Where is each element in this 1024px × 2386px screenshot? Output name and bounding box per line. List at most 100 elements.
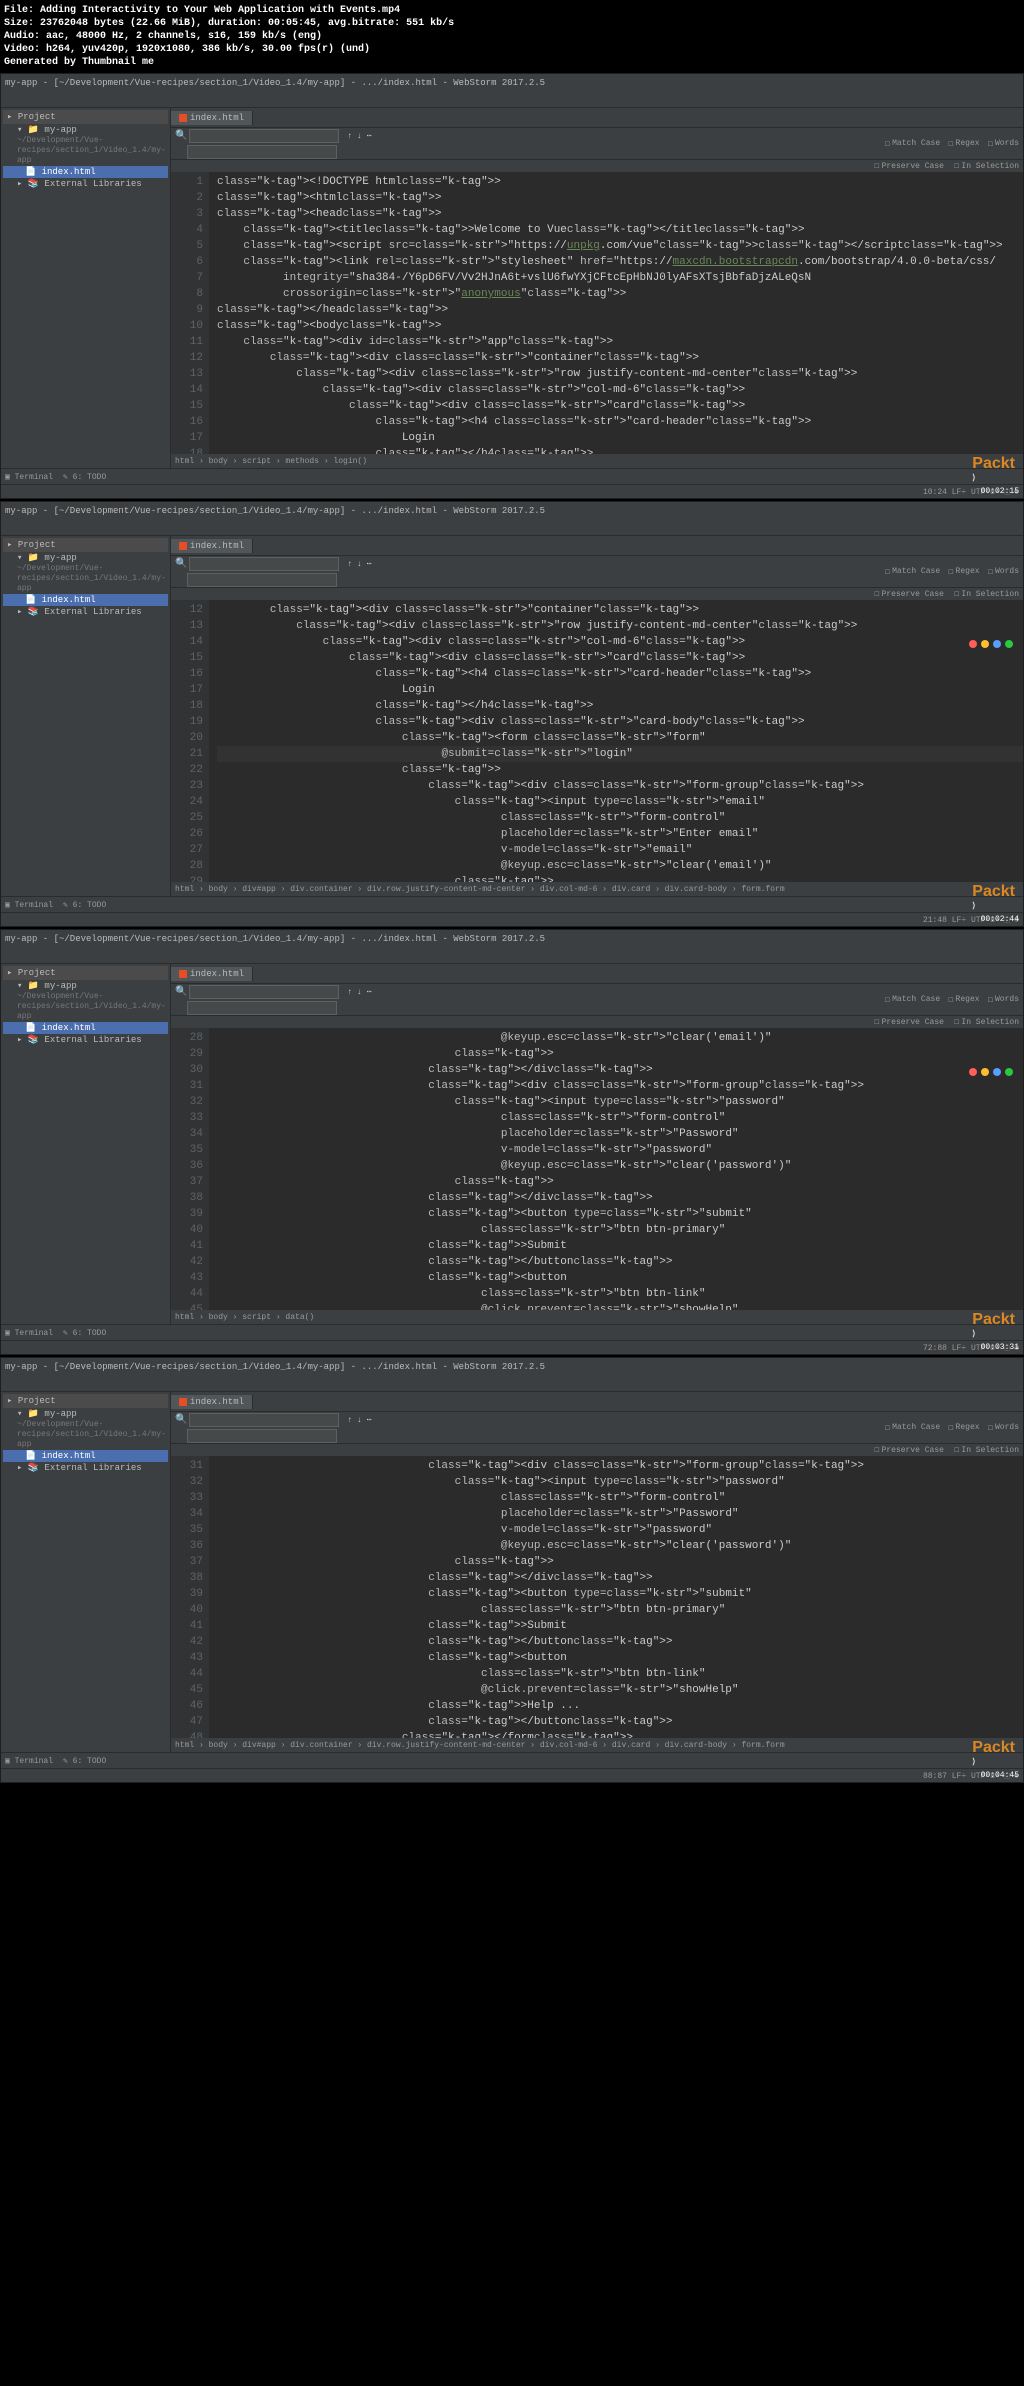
main-menu[interactable] [1, 1376, 1023, 1392]
editor-breadcrumb[interactable]: html › body › script › methods › login() [171, 454, 1023, 468]
project-sidebar[interactable]: ▸ Project ▾ 📁 my-app ~/Development/Vue-r… [1, 536, 171, 896]
tool-window-tabs[interactable]: ▣ Terminal ✎ 6: TODO [1, 468, 1023, 484]
words-checkbox[interactable]: Words [988, 1423, 1019, 1433]
search-opts-row2: Preserve Case In Selection [171, 160, 1023, 172]
ide-pane-3: my-app - [~/Development/Vue-recipes/sect… [0, 1357, 1024, 1783]
find-replace-bar[interactable]: 🔍↑ ↓ ⋯ Match Case Regex Words [171, 984, 1023, 1016]
find-input[interactable] [189, 129, 339, 143]
search-opts-row2: Preserve Case In Selection [171, 1016, 1023, 1028]
find-input[interactable] [189, 1413, 339, 1427]
window-titlebar: my-app - [~/Development/Vue-recipes/sect… [1, 502, 1023, 520]
main-menu[interactable] [1, 520, 1023, 536]
editor-breadcrumb[interactable]: html › body › div#app › div.container › … [171, 1738, 1023, 1752]
code-editor[interactable]: 3132333435363738394041424344454647484950… [171, 1456, 1023, 1738]
tree-file-index[interactable]: 📄 index.html [3, 1022, 168, 1034]
todo-tab[interactable]: ✎ 6: TODO [63, 900, 106, 910]
code-content[interactable]: class="k-tag"><div class=class="k-str">"… [209, 600, 1023, 882]
terminal-tab[interactable]: ▣ Terminal [5, 472, 53, 482]
regex-checkbox[interactable]: Regex [948, 567, 979, 577]
tree-external-libs[interactable]: ▸ 📚 External Libraries [3, 178, 168, 190]
editor-tabs[interactable]: index.html [171, 1392, 1023, 1412]
in-selection-checkbox[interactable]: In Selection [954, 1017, 1019, 1027]
status-bar: 88:87 LF÷ UTF-8÷ ⬚ ⊕ [1, 1768, 1023, 1782]
replace-input[interactable] [187, 1001, 337, 1015]
editor-breadcrumb[interactable]: html › body › script › data() [171, 1310, 1023, 1324]
window-titlebar: my-app - [~/Development/Vue-recipes/sect… [1, 1358, 1023, 1376]
match-case-checkbox[interactable]: Match Case [885, 139, 940, 149]
replace-input[interactable] [187, 1429, 337, 1443]
main-menu[interactable] [1, 92, 1023, 108]
tab-index-html[interactable]: index.html [171, 539, 253, 553]
preserve-case-checkbox[interactable]: Preserve Case [874, 589, 944, 599]
words-checkbox[interactable]: Words [988, 567, 1019, 577]
replace-input[interactable] [187, 573, 337, 587]
tree-root[interactable]: ▾ 📁 my-app ~/Development/Vue-recipes/sec… [3, 552, 168, 594]
preserve-case-checkbox[interactable]: Preserve Case [874, 161, 944, 171]
video-timestamp: 00:04:45 [981, 1771, 1019, 1780]
video-timestamp: 00:02:15 [981, 487, 1019, 496]
editor-tabs[interactable]: index.html [171, 108, 1023, 128]
find-input[interactable] [189, 557, 339, 571]
tree-root[interactable]: ▾ 📁 my-app ~/Development/Vue-recipes/sec… [3, 980, 168, 1022]
editor-area: index.html 🔍↑ ↓ ⋯ Match Case Regex Words [171, 964, 1023, 1324]
regex-checkbox[interactable]: Regex [948, 1423, 979, 1433]
project-tool-header[interactable]: ▸ Project [3, 538, 168, 552]
find-input[interactable] [189, 985, 339, 999]
code-editor[interactable]: 1213141516171819202122232425262728293031… [171, 600, 1023, 882]
in-selection-checkbox[interactable]: In Selection [954, 589, 1019, 599]
project-tool-header[interactable]: ▸ Project [3, 110, 168, 124]
html-file-icon [179, 114, 187, 122]
todo-tab[interactable]: ✎ 6: TODO [63, 1756, 106, 1766]
tool-window-tabs[interactable]: ▣ Terminal ✎ 6: TODO [1, 896, 1023, 912]
tool-window-tabs[interactable]: ▣ Terminal ✎ 6: TODO [1, 1324, 1023, 1340]
tree-external-libs[interactable]: ▸ 📚 External Libraries [3, 606, 168, 618]
find-replace-bar[interactable]: 🔍↑ ↓ ⋯ Match Case Regex Words [171, 1412, 1023, 1444]
code-content[interactable]: class="k-tag"><!DOCTYPE htmlclass="k-tag… [209, 172, 1023, 454]
editor-tabs[interactable]: index.html [171, 964, 1023, 984]
code-content[interactable]: @keyup.esc=class="k-str">"clear('email')… [209, 1028, 1023, 1310]
project-tool-header[interactable]: ▸ Project [3, 966, 168, 980]
tool-window-tabs[interactable]: ▣ Terminal ✎ 6: TODO [1, 1752, 1023, 1768]
preserve-case-checkbox[interactable]: Preserve Case [874, 1445, 944, 1455]
preserve-case-checkbox[interactable]: Preserve Case [874, 1017, 944, 1027]
project-tool-header[interactable]: ▸ Project [3, 1394, 168, 1408]
replace-input[interactable] [187, 145, 337, 159]
search-opts-row2: Preserve Case In Selection [171, 588, 1023, 600]
code-editor[interactable]: 2829303132333435363738394041424344454647… [171, 1028, 1023, 1310]
tab-index-html[interactable]: index.html [171, 967, 253, 981]
packt-watermark: Packt⟩ [972, 883, 1015, 910]
tree-file-index[interactable]: 📄 index.html [3, 594, 168, 606]
find-replace-bar[interactable]: 🔍↑ ↓ ⋯ Match Case Regex Words [171, 556, 1023, 588]
code-content[interactable]: class="k-tag"><div class=class="k-str">"… [209, 1456, 1023, 1738]
main-menu[interactable] [1, 948, 1023, 964]
editor-tabs[interactable]: index.html [171, 536, 1023, 556]
editor-breadcrumb[interactable]: html › body › div#app › div.container › … [171, 882, 1023, 896]
regex-checkbox[interactable]: Regex [948, 995, 979, 1005]
match-case-checkbox[interactable]: Match Case [885, 567, 940, 577]
match-case-checkbox[interactable]: Match Case [885, 995, 940, 1005]
tree-external-libs[interactable]: ▸ 📚 External Libraries [3, 1034, 168, 1046]
tree-external-libs[interactable]: ▸ 📚 External Libraries [3, 1462, 168, 1474]
words-checkbox[interactable]: Words [988, 139, 1019, 149]
terminal-tab[interactable]: ▣ Terminal [5, 900, 53, 910]
tree-root[interactable]: ▾ 📁 my-app ~/Development/Vue-recipes/sec… [3, 124, 168, 166]
regex-checkbox[interactable]: Regex [948, 139, 979, 149]
project-sidebar[interactable]: ▸ Project ▾ 📁 my-app ~/Development/Vue-r… [1, 1392, 171, 1752]
in-selection-checkbox[interactable]: In Selection [954, 1445, 1019, 1455]
code-editor[interactable]: 1234567891011121314151617181920 class="k… [171, 172, 1023, 454]
tab-index-html[interactable]: index.html [171, 1395, 253, 1409]
todo-tab[interactable]: ✎ 6: TODO [63, 472, 106, 482]
project-sidebar[interactable]: ▸ Project ▾ 📁 my-app ~/Development/Vue-r… [1, 964, 171, 1324]
todo-tab[interactable]: ✎ 6: TODO [63, 1328, 106, 1338]
in-selection-checkbox[interactable]: In Selection [954, 161, 1019, 171]
tree-file-index[interactable]: 📄 index.html [3, 166, 168, 178]
terminal-tab[interactable]: ▣ Terminal [5, 1328, 53, 1338]
tree-file-index[interactable]: 📄 index.html [3, 1450, 168, 1462]
tab-index-html[interactable]: index.html [171, 111, 253, 125]
match-case-checkbox[interactable]: Match Case [885, 1423, 940, 1433]
words-checkbox[interactable]: Words [988, 995, 1019, 1005]
tree-root[interactable]: ▾ 📁 my-app ~/Development/Vue-recipes/sec… [3, 1408, 168, 1450]
find-replace-bar[interactable]: 🔍↑ ↓ ⋯ Match Case Regex Words [171, 128, 1023, 160]
terminal-tab[interactable]: ▣ Terminal [5, 1756, 53, 1766]
project-sidebar[interactable]: ▸ Project ▾ 📁 my-app ~/Development/Vue-r… [1, 108, 171, 468]
